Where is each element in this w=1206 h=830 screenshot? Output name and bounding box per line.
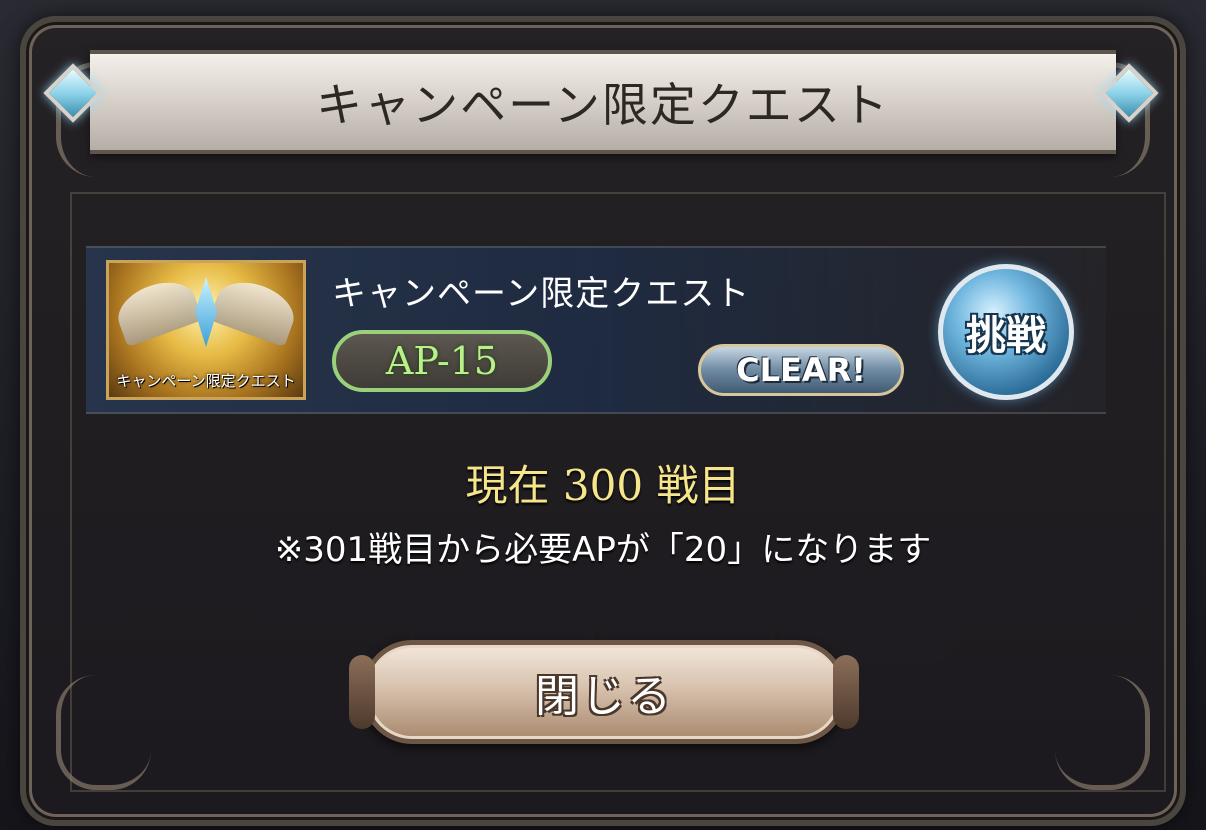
ap-cost-badge: AP-15 [332,330,552,392]
game-screen: キャンペーン限定クエスト キャンペーン限定クエスト キャンペーン限定クエスト A… [0,0,1206,830]
dialog-title: キャンペーン限定クエスト [316,78,890,132]
clear-badge-label: CLEAR! [736,351,866,389]
challenge-button[interactable]: 挑戦 [938,264,1074,400]
wing-icon [208,272,302,348]
battle-count-prefix: 現在 [465,461,550,510]
button-end-cap [833,655,859,729]
dialog-title-banner: キャンペーン限定クエスト [90,50,1116,154]
crystal-icon [195,277,217,347]
quest-thumbnail: キャンペーン限定クエスト [106,260,306,400]
ap-cost-value: AP-15 [385,339,499,383]
battle-count-suffix: 戦目 [656,461,741,510]
battle-count: 現在 300 戦目 [0,452,1206,513]
quest-name: キャンペーン限定クエスト [332,274,751,314]
button-end-cap [349,655,375,729]
close-button-label: 閉じる [535,671,673,722]
clear-badge: CLEAR! [698,344,904,396]
close-button[interactable]: 閉じる [349,640,859,744]
challenge-button-label: 挑戦 [966,313,1046,359]
battle-count-number: 300 [562,461,644,510]
thumbnail-label: キャンペーン限定クエスト [116,372,296,390]
ap-change-notice: ※301戦目から必要APが「20」になります [274,530,932,570]
wing-icon [110,272,204,348]
quest-row: キャンペーン限定クエスト キャンペーン限定クエスト AP-15 CLEAR! 挑… [86,246,1106,414]
